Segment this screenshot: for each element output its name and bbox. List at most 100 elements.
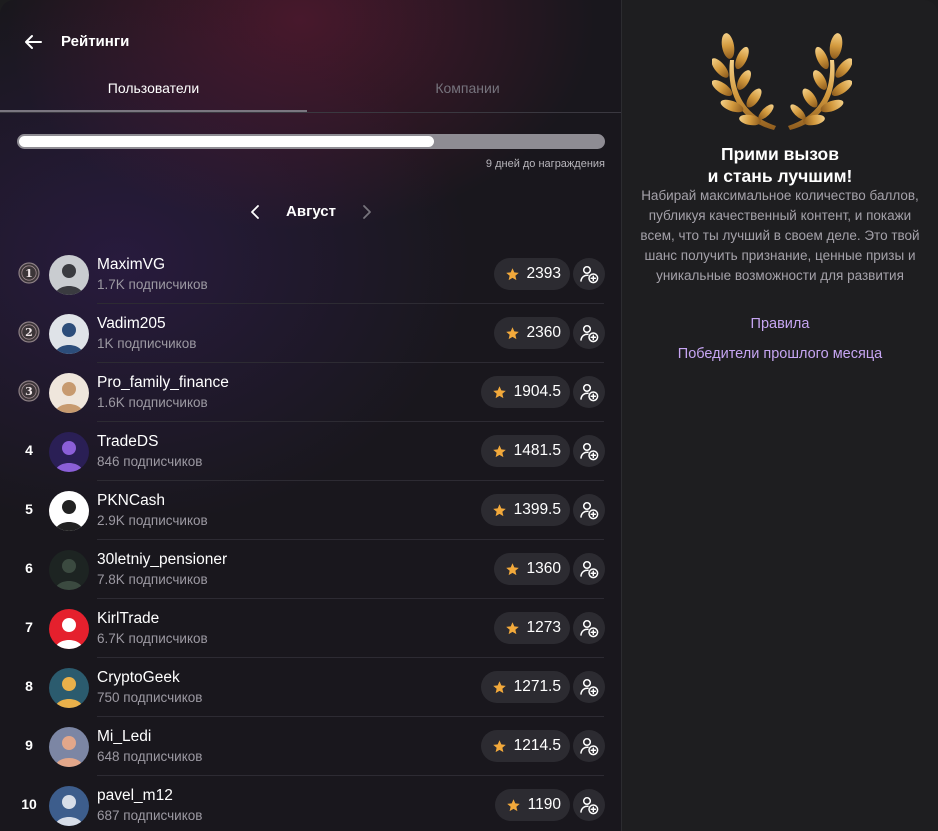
promo-description: Набирай максимальное количество баллов, … [640, 188, 920, 283]
avatar[interactable] [49, 727, 89, 767]
follow-button[interactable] [573, 789, 605, 821]
user-name[interactable]: Vadim205 [97, 315, 166, 333]
user-name[interactable]: TradeDS [97, 433, 158, 451]
follow-button[interactable] [573, 317, 605, 349]
follow-button[interactable] [573, 612, 605, 644]
score-badge[interactable]: 1481.5 [480, 435, 570, 467]
score-badge[interactable]: 1904.5 [480, 376, 570, 408]
tab-companies[interactable]: Компании [314, 70, 621, 112]
rank-number: 5 [25, 501, 33, 517]
follow-button[interactable] [573, 553, 605, 585]
avatar[interactable] [49, 255, 89, 295]
svg-text:3: 3 [25, 385, 33, 398]
award-progress-fill [19, 136, 434, 147]
score-value: 2393 [526, 265, 561, 282]
user-name[interactable]: 30letniy_pensioner [97, 551, 227, 569]
star-icon [505, 621, 520, 636]
rating-row: 6 30letniy_pensioner 7.8K подписчиков 1360 [0, 540, 621, 599]
subscriber-count: 2.9K подписчиков [97, 513, 208, 528]
promo-title: Прими вызов и стань лучшим! [622, 143, 938, 187]
user-name[interactable]: MaximVG [97, 256, 165, 274]
current-month: Август [286, 203, 336, 220]
rank-number: 6 [25, 560, 33, 576]
month-switcher: Август [0, 198, 621, 226]
svg-text:2: 2 [25, 326, 33, 339]
follow-button[interactable] [573, 730, 605, 762]
user-name[interactable]: Mi_Ledi [97, 728, 151, 746]
star-icon [492, 444, 507, 459]
score-badge[interactable]: 2360 [493, 317, 570, 349]
subscriber-count: 7.8K подписчиков [97, 572, 208, 587]
rating-row: 10 pavel_m12 687 подписчиков 1190 [0, 776, 621, 831]
rank-number: 8 [25, 678, 33, 694]
rank-number: 7 [25, 619, 33, 635]
subscriber-count: 1K подписчиков [97, 336, 197, 351]
subscriber-count: 1.7K подписчиков [97, 277, 208, 292]
award-progress-bar [17, 134, 605, 149]
previous-winners-link[interactable]: Победители прошлого месяца [622, 346, 938, 362]
star-icon [506, 798, 521, 813]
tabs: Пользователи Компании [0, 70, 621, 113]
next-month-button[interactable] [357, 203, 375, 221]
avatar[interactable] [49, 668, 89, 708]
rating-row: 4 TradeDS 846 подписчиков 1481.5 [0, 422, 621, 481]
rating-row: 7 KirlTrade 6.7K подписчиков 1273 [0, 599, 621, 658]
subscriber-count: 6.7K подписчиков [97, 631, 208, 646]
score-badge[interactable]: 1190 [494, 789, 570, 821]
avatar[interactable] [49, 314, 89, 354]
score-value: 1273 [526, 619, 561, 636]
rating-row: 2 Vadim205 1K подписчиков 2360 [0, 304, 621, 363]
back-button[interactable] [22, 31, 44, 53]
avatar[interactable] [49, 550, 89, 590]
avatar[interactable] [49, 373, 89, 413]
score-value: 1399.5 [513, 501, 561, 518]
user-name[interactable]: pavel_m12 [97, 787, 173, 805]
user-name[interactable]: KirlTrade [97, 610, 159, 628]
follow-button[interactable] [573, 376, 605, 408]
follow-button[interactable] [573, 435, 605, 467]
chevron-right-icon [363, 205, 371, 219]
arrow-left-icon [25, 35, 42, 49]
subscriber-count: 1.6K подписчиков [97, 395, 208, 410]
score-badge[interactable]: 2393 [493, 258, 570, 290]
score-badge[interactable]: 1399.5 [480, 494, 570, 526]
rank-number: 10 [21, 796, 37, 812]
score-badge[interactable]: 1214.5 [480, 730, 570, 762]
score-value: 1904.5 [513, 383, 561, 400]
score-badge[interactable]: 1271.5 [480, 671, 570, 703]
avatar[interactable] [49, 491, 89, 531]
previous-month-button[interactable] [247, 203, 265, 221]
follow-button[interactable] [573, 671, 605, 703]
page-title: Рейтинги [61, 33, 130, 50]
score-badge[interactable]: 1360 [493, 553, 570, 585]
star-icon [492, 739, 507, 754]
user-name[interactable]: CryptoGeek [97, 669, 180, 687]
follow-button[interactable] [573, 258, 605, 290]
medal-icon: 3 [17, 379, 41, 403]
svg-text:1: 1 [25, 267, 33, 280]
rank-number: 9 [25, 737, 33, 753]
star-icon [492, 680, 507, 695]
rating-row: 8 CryptoGeek 750 подписчиков 1271.5 [0, 658, 621, 717]
star-icon [492, 503, 507, 518]
score-value: 1481.5 [513, 442, 561, 459]
avatar[interactable] [49, 609, 89, 649]
rules-link[interactable]: Правила [622, 316, 938, 332]
rating-row: 3 Pro_family_finance 1.6K подписчиков 1904.… [0, 363, 621, 422]
score-badge[interactable]: 1273 [493, 612, 570, 644]
star-icon [505, 267, 520, 282]
rating-row: 9 Mi_Ledi 648 подписчиков 1214.5 [0, 717, 621, 776]
active-tab-indicator [0, 110, 307, 112]
avatar[interactable] [49, 432, 89, 472]
tab-users[interactable]: Пользователи [0, 70, 307, 112]
promo-panel: Прими вызов и стань лучшим! Набирай макс… [622, 0, 938, 831]
user-name[interactable]: PKNCash [97, 492, 165, 510]
avatar[interactable] [49, 786, 89, 826]
promo-title-line-1: Прими вызов [720, 144, 839, 164]
ratings-panel: Рейтинги Пользователи Компании 9 дней до… [0, 0, 621, 831]
subscriber-count: 648 подписчиков [97, 749, 203, 764]
rating-row: 1 MaximVG 1.7K подписчиков 2393 [0, 245, 621, 304]
user-name[interactable]: Pro_family_finance [97, 374, 229, 392]
follow-button[interactable] [573, 494, 605, 526]
subscriber-count: 846 подписчиков [97, 454, 203, 469]
